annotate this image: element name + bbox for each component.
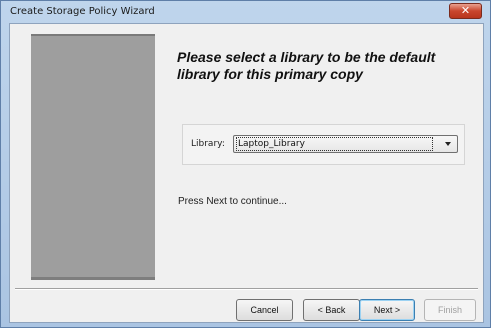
- chevron-down-icon[interactable]: [445, 142, 451, 146]
- finish-button[interactable]: Finish: [424, 299, 476, 321]
- wizard-side-image: [31, 34, 155, 280]
- library-selected-value: Laptop_Library: [236, 137, 433, 151]
- back-button[interactable]: < Back: [303, 299, 360, 321]
- close-icon: ✕: [460, 4, 471, 17]
- divider: [15, 288, 478, 290]
- library-dropdown[interactable]: Laptop_Library: [233, 135, 458, 153]
- continue-hint: Press Next to continue...: [178, 196, 287, 207]
- page-heading: Please select a library to be the defaul…: [177, 49, 436, 82]
- library-label: Library:: [191, 139, 225, 149]
- library-group: Library: Laptop_Library: [182, 124, 465, 165]
- close-button[interactable]: ✕: [449, 3, 482, 19]
- wizard-body: Please select a library to be the defaul…: [9, 23, 484, 323]
- next-button[interactable]: Next >: [359, 299, 415, 321]
- wizard-window: Create Storage Policy Wizard ✕ Please se…: [0, 0, 491, 328]
- window-title: Create Storage Policy Wizard: [10, 6, 155, 17]
- cancel-button[interactable]: Cancel: [236, 299, 293, 321]
